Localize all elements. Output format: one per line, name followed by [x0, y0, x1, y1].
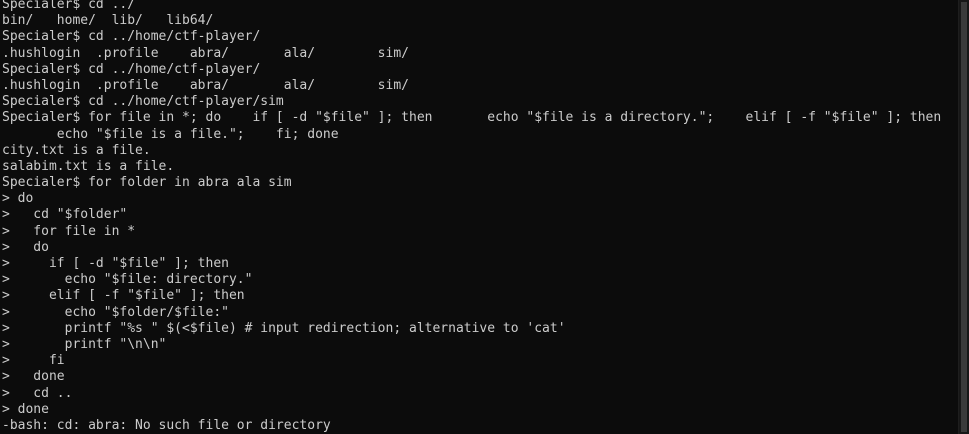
terminal-line: bin/ home/ lib/ lib64/	[2, 13, 214, 29]
terminal-line: > done	[2, 401, 49, 417]
terminal-line: city.txt is a file.	[2, 142, 151, 158]
terminal-line: -bash: cd: abra: No such file or directo…	[2, 417, 331, 433]
terminal-line: > printf "%s " $(<$file) # input redirec…	[2, 320, 566, 336]
terminal-line: > for file in *	[2, 223, 136, 239]
terminal-line: > if [ -d "$file" ]; then	[2, 256, 229, 271]
scrollbar-thumb[interactable]	[961, 2, 967, 432]
terminal-line: > echo "$folder/$file:"	[2, 304, 229, 320]
terminal-line: > do	[2, 239, 49, 255]
terminal-line: salabim.txt is a file.	[2, 158, 175, 174]
terminal-line: > fi	[2, 353, 65, 369]
terminal-line: > do	[2, 191, 34, 207]
terminal-line: .hushlogin .profile abra/ ala/ sim/	[2, 77, 409, 93]
terminal-line: > cd ..	[2, 385, 73, 401]
terminal-line: Specialer$ for file in *; do if [ -d "$f…	[2, 110, 942, 126]
terminal-line: Specialer$ cd ../home/ctf-player/	[2, 61, 261, 77]
vertical-scrollbar[interactable]	[958, 0, 969, 434]
terminal-line: > printf "\n\n"	[2, 336, 167, 352]
terminal-line: Specialer$ cd ../home/ctf-player/	[2, 29, 261, 45]
terminal-line: > done	[2, 369, 65, 385]
terminal-output: Specialer$ cd ../ bin/ home/ lib/ lib64/…	[2, 0, 941, 434]
terminal-line: .hushlogin .profile abra/ ala/ sim/	[2, 45, 409, 61]
terminal-line: > elif [ -f "$file" ]; then	[2, 288, 245, 304]
terminal-line: > echo "$file: directory."	[2, 272, 253, 288]
terminal-line: Specialer$ cd ../	[2, 0, 136, 12]
terminal-line: echo "$file is a file."; fi; done	[2, 126, 339, 142]
terminal-line: Specialer$ for folder in abra ala sim	[2, 175, 292, 191]
terminal-window[interactable]: Specialer$ cd ../ bin/ home/ lib/ lib64/…	[0, 0, 958, 434]
terminal-line: > cd "$folder"	[2, 207, 128, 223]
terminal-line: Specialer$ cd ../home/ctf-player/sim	[2, 94, 284, 110]
